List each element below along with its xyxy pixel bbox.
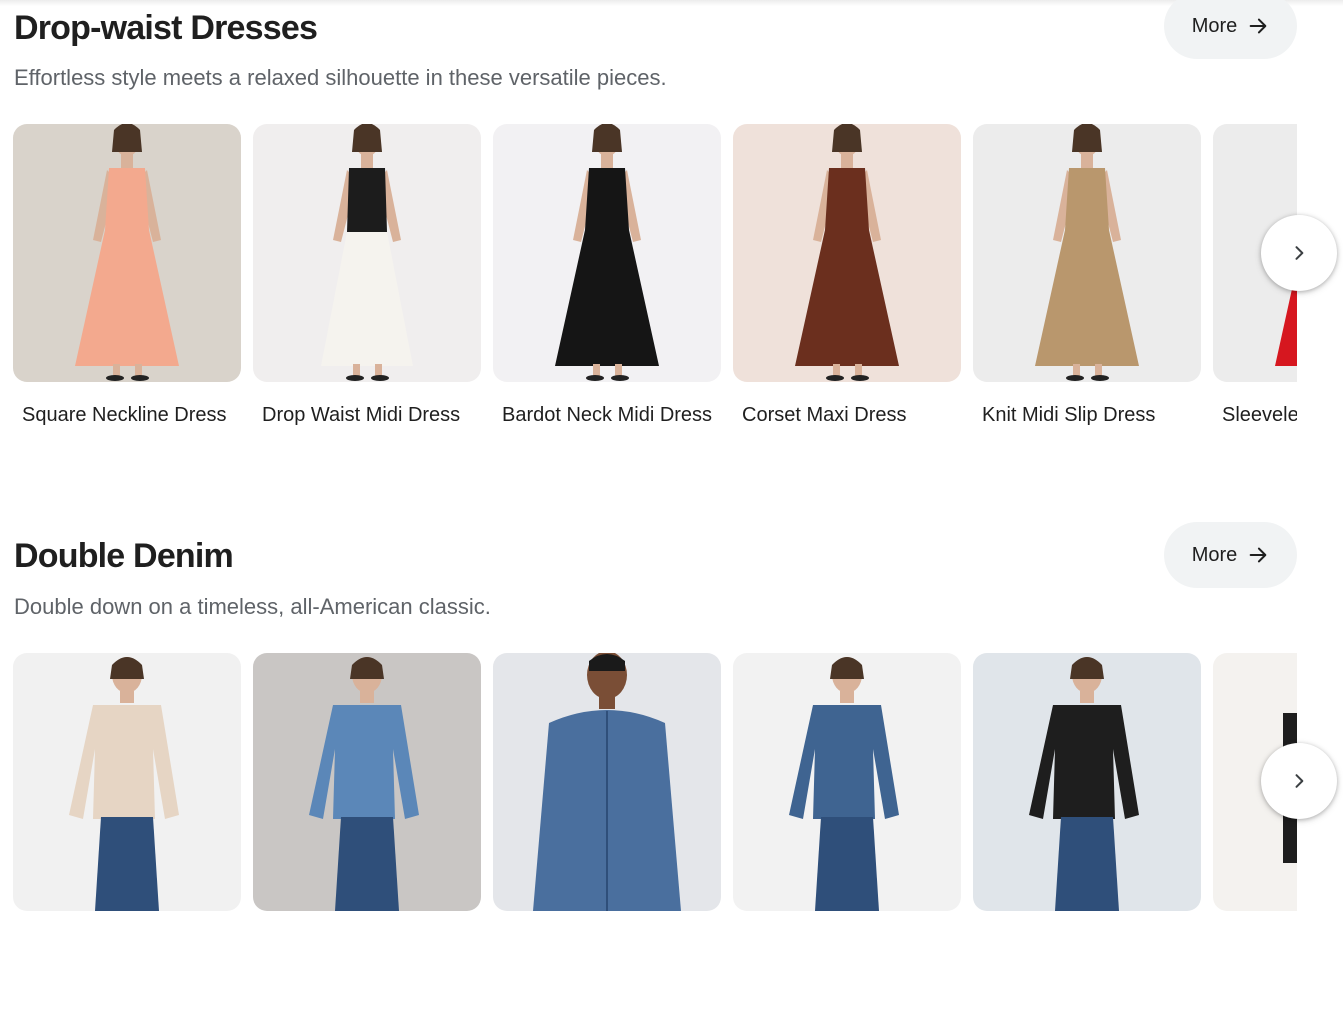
product-card[interactable] (973, 653, 1201, 911)
product-image (253, 653, 481, 911)
product-photo (733, 124, 961, 382)
product-label: Bardot Neck Midi Dress (502, 404, 713, 426)
chevron-right-icon (1295, 774, 1304, 788)
product-photo (493, 124, 721, 382)
section-subtitle: Effortless style meets a relaxed silhoue… (14, 65, 667, 90)
more-button-label: More (1191, 543, 1238, 566)
product-photo (253, 653, 481, 911)
product-photo (493, 653, 721, 911)
section-drop-waist-dresses: Drop-waist Dresses Effortless style meet… (0, 0, 1343, 480)
more-button[interactable]: More (1164, 522, 1297, 588)
product-card[interactable] (13, 653, 241, 911)
product-photo (13, 124, 241, 382)
product-card[interactable]: Drop Waist Midi Dress (253, 124, 481, 426)
product-label: Knit Midi Slip Dress (982, 404, 1156, 426)
chevron-right-icon (1295, 246, 1304, 260)
more-button-label: More (1191, 14, 1238, 37)
product-card[interactable] (253, 653, 481, 911)
carousel-next-button[interactable] (1261, 215, 1337, 291)
product-image (733, 653, 961, 911)
product-image (253, 124, 481, 382)
product-image (973, 124, 1201, 382)
section-subtitle: Double down on a timeless, all-American … (14, 594, 491, 619)
product-photo (253, 124, 481, 382)
product-label: Sleeveless Dress (1222, 404, 1297, 426)
product-image (13, 653, 241, 911)
product-image (493, 124, 721, 382)
product-card[interactable]: Bardot Neck Midi Dress (493, 124, 721, 426)
section-title: Drop-waist Dresses (14, 9, 318, 47)
product-card[interactable] (493, 653, 721, 911)
more-button[interactable]: More (1164, 0, 1297, 59)
product-image (493, 653, 721, 911)
product-label: Drop Waist Midi Dress (262, 404, 461, 426)
product-label: Corset Maxi Dress (742, 404, 907, 426)
product-card[interactable]: Knit Midi Slip Dress (973, 124, 1201, 426)
product-image (973, 653, 1201, 911)
product-carousel: Square Neckline Dress Drop Waist Midi Dr… (13, 124, 1297, 484)
product-label: Square Neckline Dress (22, 404, 227, 426)
product-carousel (13, 653, 1297, 1013)
section-title: Double Denim (14, 537, 234, 575)
product-photo (733, 653, 961, 911)
product-card[interactable]: Corset Maxi Dress (733, 124, 961, 426)
product-photo (973, 124, 1201, 382)
section-double-denim: Double Denim Double down on a timeless, … (0, 522, 1343, 1009)
product-card[interactable] (733, 653, 961, 911)
product-photo (13, 653, 241, 911)
arrow-right-icon (1249, 18, 1267, 34)
product-image (733, 124, 961, 382)
arrow-right-icon (1249, 547, 1267, 563)
carousel-next-button[interactable] (1261, 743, 1337, 819)
product-photo (973, 653, 1201, 911)
product-card[interactable]: Square Neckline Dress (13, 124, 241, 426)
product-image (13, 124, 241, 382)
